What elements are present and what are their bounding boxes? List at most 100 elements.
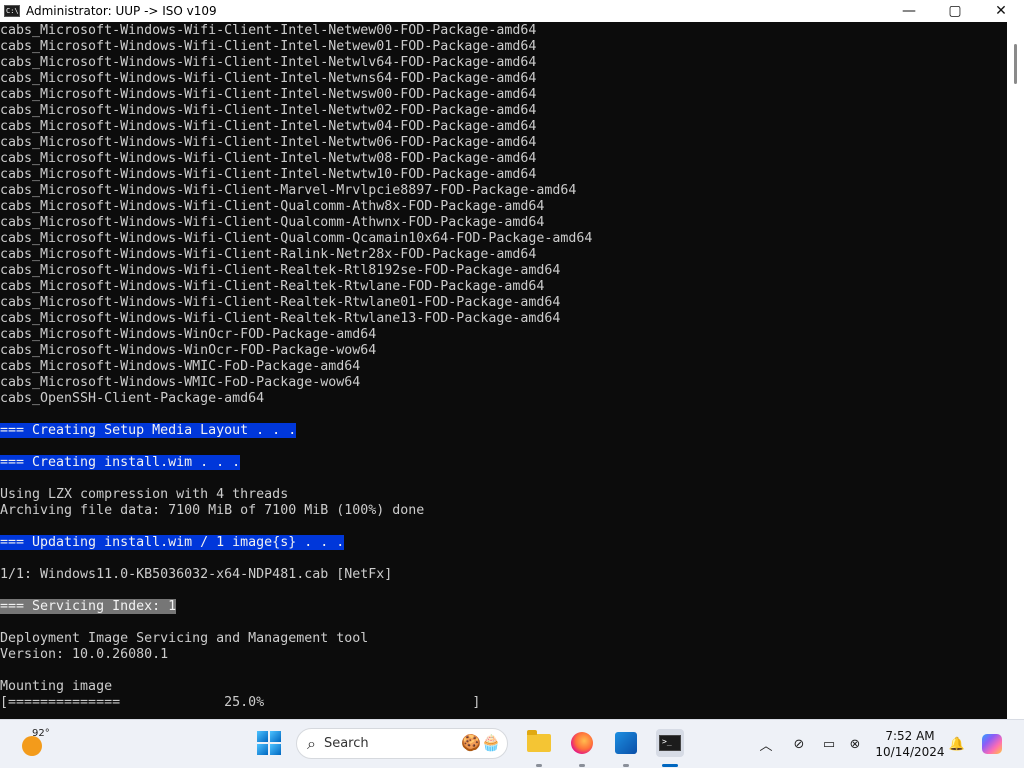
- start-button[interactable]: [256, 730, 282, 756]
- console-line-text: cabs_Microsoft-Windows-Wifi-Client-Qualc…: [0, 231, 593, 246]
- console-line: === Updating install.wim / 1 image{s} . …: [0, 535, 1007, 551]
- console-line-text: cabs_Microsoft-Windows-Wifi-Client-Realt…: [0, 311, 561, 326]
- clock-date: 10/14/2024: [875, 745, 945, 759]
- title-bar: C:\ Administrator: UUP -> ISO v109 — ▢ ✕: [0, 0, 1024, 22]
- search-label: Search: [323, 736, 369, 751]
- taskbar: 92° ⌕ Search 🍪🧁 >_ ︿ ⊘ ▭ ⊗ 7:52 AM 10/14…: [0, 719, 1024, 768]
- console-line-text: cabs_Microsoft-Windows-WinOcr-FOD-Packag…: [0, 327, 377, 342]
- app-button[interactable]: [613, 730, 639, 756]
- console-line: cabs_Microsoft-Windows-Wifi-Client-Intel…: [0, 151, 1007, 167]
- window-title: Administrator: UUP -> ISO v109: [26, 4, 217, 18]
- console-line: === Servicing Index: 1: [0, 599, 1007, 615]
- console-line: cabs_Microsoft-Windows-Wifi-Client-Intel…: [0, 39, 1007, 55]
- app-running-indicator: [623, 764, 629, 767]
- console-line: cabs_Microsoft-Windows-Wifi-Client-Intel…: [0, 103, 1007, 119]
- console-line-text: cabs_Microsoft-Windows-Wifi-Client-Intel…: [0, 119, 537, 134]
- console-line-text: === Servicing Index: 1: [0, 599, 177, 614]
- console-line-text: cabs_Microsoft-Windows-WinOcr-FOD-Packag…: [0, 343, 377, 358]
- taskbar-clock[interactable]: 7:52 AM 10/14/2024: [872, 728, 948, 760]
- console-line-text: cabs_Microsoft-Windows-Wifi-Client-Intel…: [0, 71, 537, 86]
- firefox-running-indicator: [579, 764, 585, 767]
- app-icon: [615, 732, 637, 754]
- console-line: cabs_Microsoft-Windows-Wifi-Client-Qualc…: [0, 199, 1007, 215]
- console-line-text: Using LZX compression with 4 threads: [0, 487, 289, 502]
- console-line: cabs_Microsoft-Windows-Wifi-Client-Qualc…: [0, 215, 1007, 231]
- console-line-text: cabs_Microsoft-Windows-Wifi-Client-Qualc…: [0, 215, 545, 230]
- search-icon: ⌕: [307, 733, 316, 753]
- scrollbar-thumb[interactable]: [1014, 44, 1017, 84]
- console-line-text: cabs_Microsoft-Windows-Wifi-Client-Ralin…: [0, 247, 537, 262]
- network-icon[interactable]: ⊘: [788, 720, 810, 768]
- minimize-button[interactable]: —: [886, 0, 932, 22]
- console-line: cabs_Microsoft-Windows-WinOcr-FOD-Packag…: [0, 327, 1007, 343]
- console-line: Deployment Image Servicing and Managemen…: [0, 631, 1007, 647]
- console-line: cabs_Microsoft-Windows-Wifi-Client-Intel…: [0, 135, 1007, 151]
- console-line: === Creating install.wim . . .: [0, 455, 1007, 471]
- clock-time: 7:52 AM: [885, 729, 935, 743]
- console-line-text: cabs_Microsoft-Windows-Wifi-Client-Intel…: [0, 151, 537, 166]
- console-line: cabs_Microsoft-Windows-Wifi-Client-Ralin…: [0, 247, 1007, 263]
- notification-bell-icon[interactable]: 🔔: [948, 720, 966, 768]
- window-controls: — ▢ ✕: [886, 0, 1024, 22]
- volume-muted-icon[interactable]: ⊗: [846, 720, 864, 768]
- console-line: cabs_Microsoft-Windows-Wifi-Client-Marve…: [0, 183, 1007, 199]
- console-taskbar-button[interactable]: >_: [656, 729, 684, 757]
- console-line-text: cabs_Microsoft-Windows-Wifi-Client-Intel…: [0, 103, 537, 118]
- maximize-button[interactable]: ▢: [932, 0, 978, 22]
- console-line: cabs_Microsoft-Windows-WMIC-FoD-Package-…: [0, 359, 1007, 375]
- weather-widget[interactable]: 92°: [20, 728, 50, 758]
- console-line: cabs_Microsoft-Windows-Wifi-Client-Intel…: [0, 23, 1007, 39]
- console-line-text: [============== 25.0% ]: [0, 695, 481, 710]
- console-line-text: cabs_Microsoft-Windows-Wifi-Client-Realt…: [0, 295, 561, 310]
- vertical-scrollbar[interactable]: [1007, 22, 1024, 719]
- copilot-button[interactable]: [980, 720, 1004, 768]
- console-running-indicator: [662, 764, 678, 767]
- console-line-text: cabs_OpenSSH-Client-Package-amd64: [0, 391, 265, 406]
- weather-temperature: 92°: [32, 728, 50, 739]
- console-line: cabs_Microsoft-Windows-Wifi-Client-Realt…: [0, 295, 1007, 311]
- display-icon[interactable]: ▭: [819, 720, 839, 768]
- file-explorer-button[interactable]: [526, 730, 552, 756]
- console-line: Archiving file data: 7100 MiB of 7100 Mi…: [0, 503, 1007, 519]
- console-line-text: Deployment Image Servicing and Managemen…: [0, 631, 369, 646]
- console-line: cabs_OpenSSH-Client-Package-amd64: [0, 391, 1007, 407]
- search-highlight-icon: 🍪🧁: [461, 733, 501, 752]
- console-line: cabs_Microsoft-Windows-Wifi-Client-Qualc…: [0, 231, 1007, 247]
- console-line-text: cabs_Microsoft-Windows-Wifi-Client-Intel…: [0, 39, 537, 54]
- console-line-text: cabs_Microsoft-Windows-Wifi-Client-Intel…: [0, 135, 537, 150]
- console-line: cabs_Microsoft-Windows-WMIC-FoD-Package-…: [0, 375, 1007, 391]
- console-output[interactable]: cabs_Microsoft-Windows-Wifi-Client-Intel…: [0, 22, 1007, 719]
- console-line-text: cabs_Microsoft-Windows-WMIC-FoD-Package-…: [0, 375, 361, 390]
- firefox-button[interactable]: [569, 730, 595, 756]
- show-hidden-icons-button[interactable]: ︿: [758, 720, 774, 768]
- close-button[interactable]: ✕: [978, 0, 1024, 22]
- console-lines: cabs_Microsoft-Windows-Wifi-Client-Intel…: [0, 23, 1007, 711]
- console-line: cabs_Microsoft-Windows-Wifi-Client-Intel…: [0, 167, 1007, 183]
- console-line: [============== 25.0% ]: [0, 695, 1007, 711]
- console-line-text: === Creating Setup Media Layout . . .: [0, 423, 297, 438]
- console-line: cabs_Microsoft-Windows-Wifi-Client-Intel…: [0, 87, 1007, 103]
- copilot-icon: [982, 734, 1002, 754]
- console-line: cabs_Microsoft-Windows-Wifi-Client-Intel…: [0, 119, 1007, 135]
- terminal-icon: >_: [659, 735, 681, 751]
- windows-logo-icon: [257, 731, 281, 755]
- explorer-running-indicator: [536, 764, 542, 767]
- console-line-text: cabs_Microsoft-Windows-Wifi-Client-Marve…: [0, 183, 577, 198]
- console-line: cabs_Microsoft-Windows-Wifi-Client-Realt…: [0, 279, 1007, 295]
- console-line-text: cabs_Microsoft-Windows-Wifi-Client-Intel…: [0, 23, 537, 38]
- console-line-text: === Creating install.wim . . .: [0, 455, 241, 470]
- taskbar-search-box[interactable]: ⌕ Search 🍪🧁: [296, 728, 508, 759]
- console-line-text: cabs_Microsoft-Windows-Wifi-Client-Intel…: [0, 55, 537, 70]
- console-app-icon[interactable]: C:\: [4, 5, 20, 17]
- console-line-text: Version: 10.0.26080.1: [0, 647, 169, 662]
- console-line: Mounting image: [0, 679, 1007, 695]
- console-line: cabs_Microsoft-Windows-Wifi-Client-Realt…: [0, 311, 1007, 327]
